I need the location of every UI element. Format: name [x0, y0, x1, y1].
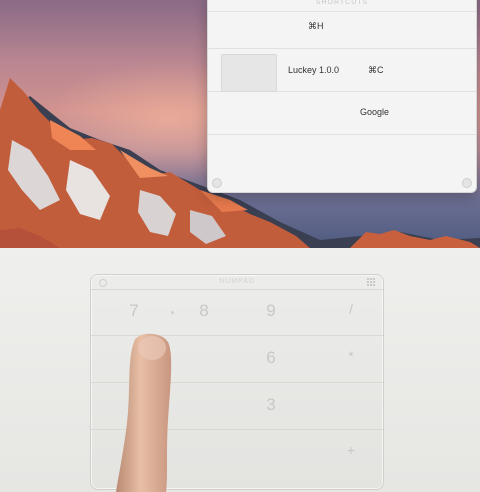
google-label: Google: [360, 107, 390, 117]
app-name: Luckey 1.0.0: [288, 65, 340, 75]
app-row[interactable]: Luckey 1.0.0 ⌘C: [208, 49, 476, 92]
finger-image: [116, 333, 172, 492]
shortcut-popover: SHORTCUTS ⌘H Luckey 1.0.0 ⌘C Google: [207, 0, 477, 193]
resize-handle-right[interactable]: [462, 178, 472, 188]
resize-handle-left[interactable]: [212, 178, 222, 188]
key-divide[interactable]: /: [331, 301, 371, 317]
key-6[interactable]: 6: [251, 348, 291, 368]
key-9[interactable]: 9: [251, 301, 291, 321]
grid-icon[interactable]: [367, 278, 375, 286]
key-7[interactable]: 7: [114, 301, 154, 321]
key-dot[interactable]: .: [251, 442, 291, 462]
shortcut-key: ⌘H: [308, 21, 324, 31]
key-minus[interactable]: -: [331, 395, 371, 411]
key-plus[interactable]: +: [331, 442, 371, 458]
trackpad-header: NUMPAD: [91, 275, 383, 290]
google-row[interactable]: Google: [208, 92, 476, 135]
key-5[interactable]: 5: [184, 348, 224, 368]
key-2[interactable]: 2: [184, 395, 224, 415]
shortcut-key: ⌘C: [368, 65, 384, 75]
key-multiply[interactable]: *: [331, 348, 371, 364]
key-3[interactable]: 3: [251, 395, 291, 415]
trackpad-title: NUMPAD: [219, 278, 255, 285]
key-8[interactable]: 8: [184, 301, 224, 321]
popover-title: SHORTCUTS: [208, 0, 476, 12]
empty-row[interactable]: [208, 135, 476, 177]
shortcut-row[interactable]: ⌘H: [208, 12, 476, 49]
app-thumbnail: [221, 54, 277, 92]
